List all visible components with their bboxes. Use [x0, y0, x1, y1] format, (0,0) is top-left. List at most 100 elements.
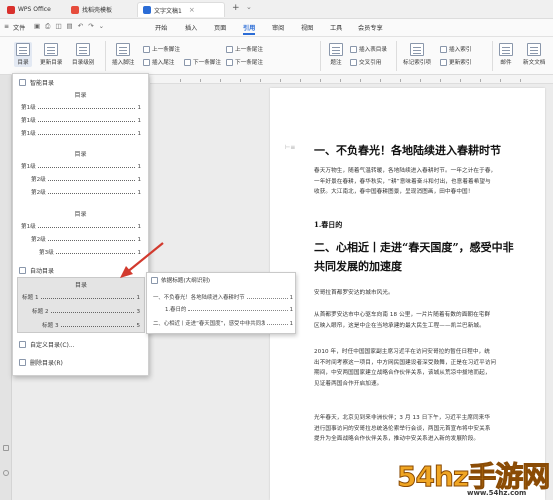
- update-toc-button[interactable]: 更新目录: [40, 43, 62, 66]
- next-footnote-icon: [184, 58, 191, 66]
- toc-preview-row: 第1级 1: [21, 164, 141, 170]
- custom-toc-button[interactable]: 自定义目录(C)...: [19, 340, 75, 349]
- toc-style-title: 目录: [74, 92, 87, 99]
- update-toc-icon: [44, 43, 59, 56]
- tab-template[interactable]: 找稻壳模板: [66, 2, 136, 17]
- auto-toc-icon: [19, 267, 26, 274]
- auto-toc-option[interactable]: 目录 标题 11 标题 23 标题 35: [17, 277, 145, 333]
- toc-style-option-1[interactable]: 目录 第1级 1 第1级 1 第1级 1: [13, 90, 148, 142]
- paragraph-2: 安哥拉首都罗安达的城市风光。: [314, 290, 394, 296]
- prev-endnote-icon: [226, 45, 233, 53]
- insert-table-toc-button[interactable]: 插入表目录: [350, 45, 387, 53]
- new-tab-button[interactable]: +: [232, 3, 240, 13]
- wps-logo-icon: [7, 5, 15, 14]
- hamburger-icon[interactable]: ≡: [4, 23, 9, 30]
- toc-preview-row: 第1级 1: [21, 105, 141, 111]
- paragraph-4: 2010 年，时任中国国家副主席习近平在访问安哥拉的暂任日程中，统 出不时间考察…: [314, 349, 497, 387]
- preview-icon[interactable]: ◫: [55, 22, 61, 31]
- tab-wps-office[interactable]: WPS Office: [2, 2, 60, 17]
- caption-button[interactable]: 题注: [329, 43, 343, 66]
- heading-marker-icon: ⊢≡: [285, 144, 296, 151]
- popup-row: 二、心相近丨走进“春天国度”，感受中非共同发展的加速度1: [153, 321, 293, 327]
- auto-toc-row: 标题 23: [32, 309, 140, 315]
- save-icon[interactable]: ▣: [34, 22, 40, 31]
- popup-header: 依据标题(大纲识别): [151, 276, 210, 284]
- insert-endnote-button[interactable]: 插入尾注: [143, 58, 174, 66]
- mail-button[interactable]: 邮件: [499, 43, 513, 66]
- left-navigation-strip: [0, 75, 12, 500]
- document-page[interactable]: ⊢≡ 一、不负春光！各地陆续进入春耕时节 春天万物生，随着气温转暖，各地陆续进入…: [270, 88, 545, 500]
- smart-toc-header: 智能目录: [19, 78, 54, 87]
- menu-reference[interactable]: 引用: [243, 23, 256, 35]
- heading-1-1: 1.春日的: [314, 220, 343, 229]
- cross-reference-button[interactable]: 交叉引用: [350, 58, 381, 66]
- insert-index-icon: [440, 45, 447, 53]
- nav-pane-icon[interactable]: [3, 445, 9, 451]
- cross-reference-icon: [350, 58, 357, 66]
- redo-icon[interactable]: ↷: [88, 22, 93, 31]
- ribbon-toolbar: 目录 更新目录 目录级别 插入脚注 上一条脚注 插入尾注 下一条脚注 上一条尾注…: [0, 37, 553, 75]
- file-menu[interactable]: 文件: [13, 23, 25, 32]
- prev-footnote-button[interactable]: 上一条脚注: [143, 45, 180, 53]
- menu-page[interactable]: 页面: [214, 23, 226, 32]
- toc-style-title: 目录: [74, 151, 87, 158]
- tab-document[interactable]: 文字文稿1 ×: [137, 2, 225, 17]
- menu-review[interactable]: 审阅: [272, 23, 284, 32]
- paragraph-5: 光年春天，北京见到来非洲伙伴；3 月 13 日下午，习近平主席同来华 进行国事访…: [314, 415, 491, 442]
- title-bar: WPS Office 找稻壳模板 文字文稿1 × + ⌄: [0, 0, 553, 19]
- delete-toc-icon: [19, 359, 26, 366]
- toolbar-separator: [105, 41, 106, 71]
- menu-bar: ≡ 文件 ▣ ⎙ ◫ ▤ ↶ ↷ ⌄ 开始 插入 页面 引用 审阅 视图 工具 …: [0, 19, 553, 37]
- delete-toc-button[interactable]: 删除目录(R): [19, 358, 63, 367]
- update-index-icon: [440, 58, 447, 66]
- toc-level-icon: [76, 43, 91, 56]
- settings-icon[interactable]: [3, 470, 9, 476]
- toc-button[interactable]: 目录: [14, 42, 32, 67]
- menu-member[interactable]: 会员专享: [358, 23, 383, 32]
- export-icon[interactable]: ▤: [67, 22, 73, 31]
- menu-view[interactable]: 视图: [301, 23, 313, 32]
- toc-preview-popup: 依据标题(大纲识别) 一、不负春光！各地陆续进入春耕时节 1 1.春日的 1 二、心…: [146, 272, 296, 334]
- mark-index-button[interactable]: 标记索引项: [403, 43, 431, 66]
- toolbar-separator: [492, 41, 493, 71]
- close-tab-icon[interactable]: ×: [189, 6, 195, 14]
- auto-toc-header: 自动目录: [19, 266, 54, 275]
- heading-2: 二、心相近丨走进“春天国度”，感受中非 共同发展的加速度: [314, 241, 514, 273]
- new-document-icon: [527, 43, 542, 56]
- chevron-down-icon[interactable]: ⌄: [246, 3, 252, 11]
- custom-toc-icon: [19, 341, 26, 348]
- site-watermark: 54hz手游网 www.54hz.com: [395, 455, 553, 500]
- prev-footnote-icon: [143, 45, 150, 53]
- toc-preview-row: 第1级 1: [21, 131, 141, 137]
- toc-style-title: 目录: [74, 211, 87, 218]
- toolbar-separator: [396, 41, 397, 71]
- new-document-button[interactable]: 新文文档: [523, 43, 545, 66]
- watermark-site: www.54hz.com: [467, 489, 527, 497]
- insert-index-button[interactable]: 插入索引: [440, 45, 471, 53]
- heading-1: 一、不负春光！各地陆续进入春耕时节: [314, 144, 501, 157]
- menu-start[interactable]: 开始: [155, 23, 167, 32]
- toc-style-option-2[interactable]: 目录 第1级 1 第2级 1 第2级 1: [13, 149, 148, 201]
- more-icon[interactable]: ⌄: [99, 22, 104, 31]
- next-footnote-button[interactable]: 下一条脚注: [184, 58, 221, 66]
- template-icon: [71, 5, 79, 14]
- next-endnote-button[interactable]: 下一条尾注: [226, 58, 263, 66]
- paragraph-1: 春天万物生，随着气温转暖，各地陆续进入春耕时节。一年之计在于春， 一年好景在春耕…: [314, 168, 497, 195]
- endnote-icon: [143, 58, 150, 66]
- print-icon[interactable]: ⎙: [45, 22, 50, 31]
- menu-insert[interactable]: 插入: [185, 23, 197, 32]
- mail-icon: [499, 43, 513, 56]
- toc-icon: [16, 43, 30, 56]
- toc-preview-row: 第1级 1: [21, 118, 141, 124]
- next-endnote-icon: [226, 58, 233, 66]
- document-icon: [143, 6, 151, 14]
- auto-toc-row: 标题 11: [22, 295, 140, 301]
- prev-endnote-button[interactable]: 上一条尾注: [226, 45, 263, 53]
- table-toc-icon: [350, 45, 357, 53]
- toc-level-button[interactable]: 目录级别: [72, 43, 94, 66]
- menu-tools[interactable]: 工具: [330, 23, 342, 32]
- auto-toc-row: 标题 35: [42, 323, 140, 329]
- update-index-button[interactable]: 更新索引: [440, 58, 471, 66]
- undo-icon[interactable]: ↶: [78, 22, 83, 31]
- insert-footnote-button[interactable]: 插入脚注: [112, 43, 134, 66]
